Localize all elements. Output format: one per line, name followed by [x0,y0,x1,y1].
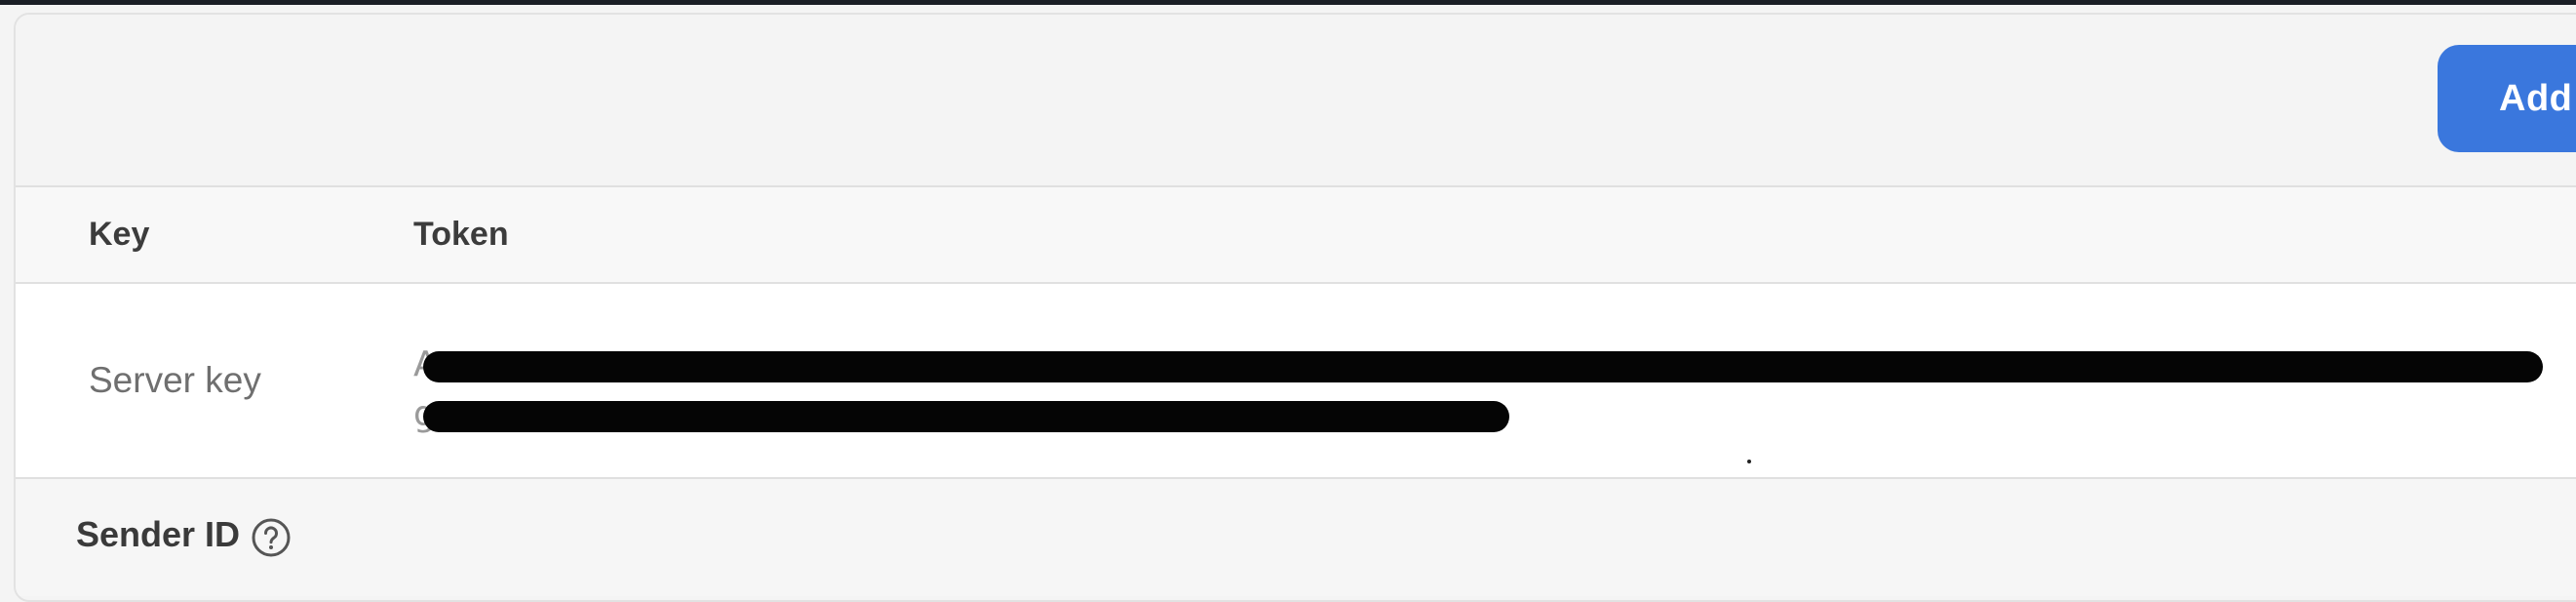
token-redaction-bar [423,351,2543,382]
server-keys-card: Add Key Token Server key A g Sender ID [14,13,2576,602]
stray-dot [1747,460,1751,463]
column-header-token: Token [413,216,509,253]
table-header-row: Key Token [16,187,2576,284]
column-header-key: Key [89,216,150,253]
card-toolbar: Add [16,15,2576,187]
token-redaction-bar [423,401,1509,432]
sender-id-row: Sender ID [16,479,2576,596]
server-key-label: Server key [89,360,261,400]
question-circle-icon[interactable] [251,517,292,558]
table-row: Server key A g [16,284,2576,479]
add-key-button[interactable]: Add [2438,45,2576,152]
window-top-border [0,0,2576,5]
sender-id-label: Sender ID [76,514,241,554]
